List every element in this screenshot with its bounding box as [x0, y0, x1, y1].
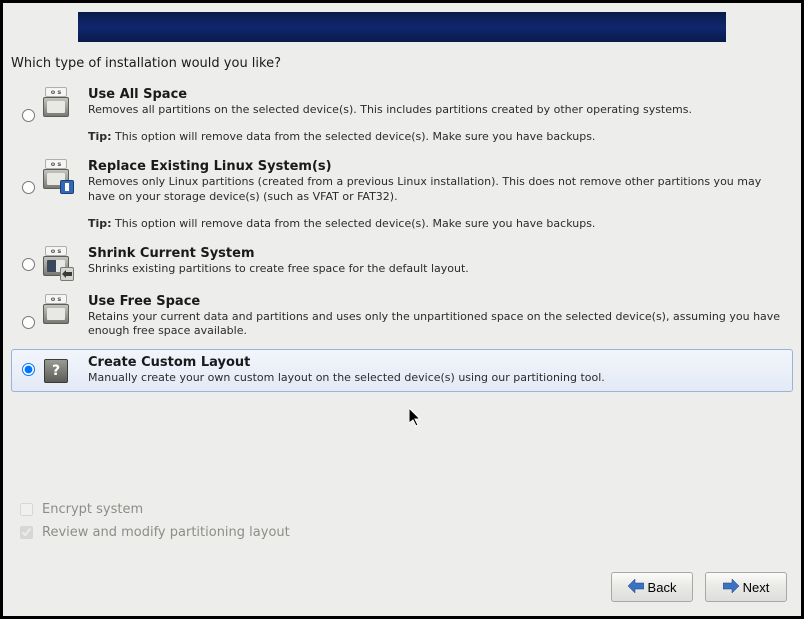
encrypt-checkbox[interactable]: [20, 503, 33, 516]
review-label: Review and modify partitioning layout: [42, 525, 290, 540]
back-button[interactable]: Back: [611, 572, 693, 602]
option-desc: Manually create your own custom layout o…: [88, 371, 786, 386]
encrypt-label: Encrypt system: [42, 502, 143, 517]
radio-use-free-space[interactable]: [22, 316, 35, 329]
option-tip: Tip: This option will remove data from t…: [88, 130, 786, 143]
option-custom-layout[interactable]: ? Create Custom Layout Manually create y…: [11, 349, 793, 392]
next-label: Next: [743, 580, 770, 595]
option-title: Use All Space: [88, 87, 786, 102]
disk-icon-shrink: o s: [38, 246, 74, 278]
review-checkbox[interactable]: [20, 526, 33, 539]
next-button[interactable]: Next: [705, 572, 787, 602]
question-icon: ?: [38, 355, 74, 383]
option-title: Use Free Space: [88, 294, 786, 309]
button-bar: Back Next: [611, 572, 787, 602]
radio-shrink-current[interactable]: [22, 258, 35, 271]
option-use-all-space[interactable]: o s Use All Space Removes all partitions…: [11, 81, 793, 149]
question-label: Which type of installation would you lik…: [11, 56, 793, 71]
option-replace-linux[interactable]: o s Replace Existing Linux System(s) Rem…: [11, 153, 793, 236]
option-desc: Retains your current data and partitions…: [88, 310, 786, 340]
radio-use-all-space[interactable]: [22, 109, 35, 122]
installer-window: Which type of installation would you lik…: [3, 3, 801, 616]
radio-replace-linux[interactable]: [22, 181, 35, 194]
option-tip: Tip: This option will remove data from t…: [88, 217, 786, 230]
disk-icon-replace: o s: [38, 159, 74, 191]
option-shrink-current[interactable]: o s Shrink Current System Shrinks existi…: [11, 240, 793, 284]
review-layout-check[interactable]: Review and modify partitioning layout: [16, 523, 290, 542]
option-desc: Removes only Linux partitions (created f…: [88, 175, 786, 205]
radio-custom-layout[interactable]: [22, 363, 35, 376]
arrow-right-icon: [723, 579, 739, 596]
option-use-free-space[interactable]: o s Use Free Space Retains your current …: [11, 288, 793, 346]
arrow-left-icon: [628, 579, 644, 596]
disk-icon-all: o s: [38, 87, 74, 119]
footer-checks: Encrypt system Review and modify partiti…: [16, 500, 290, 546]
header-banner: [78, 12, 726, 42]
option-desc: Shrinks existing partitions to create fr…: [88, 262, 786, 277]
option-title: Replace Existing Linux System(s): [88, 159, 786, 174]
option-title: Shrink Current System: [88, 246, 786, 261]
option-desc: Removes all partitions on the selected d…: [88, 103, 786, 118]
option-title: Create Custom Layout: [88, 355, 786, 370]
back-label: Back: [648, 580, 677, 595]
disk-icon-free: o s: [38, 294, 74, 326]
encrypt-system-check[interactable]: Encrypt system: [16, 500, 290, 519]
